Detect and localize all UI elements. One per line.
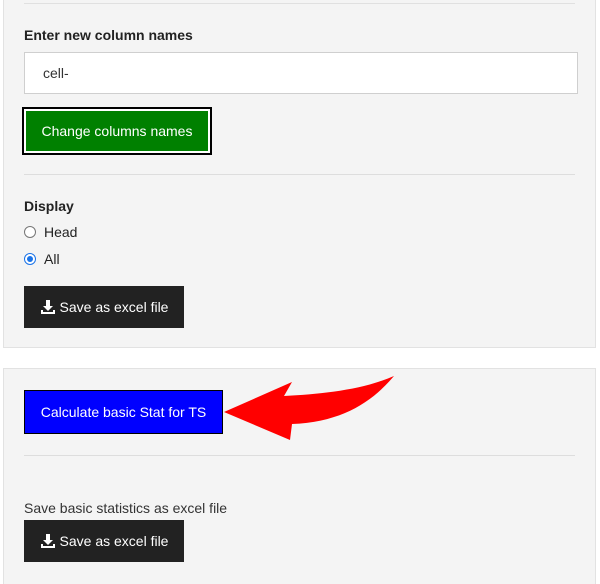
download-icon (40, 300, 55, 314)
save-stats-excel-button[interactable]: Save as excel file (24, 520, 184, 562)
save-excel-button[interactable]: Save as excel file (24, 286, 184, 328)
red-arrow-icon (224, 376, 394, 440)
divider (24, 455, 575, 456)
save-stats-excel-label: Save as excel file (59, 533, 169, 549)
radio-all[interactable]: All (24, 251, 60, 267)
table-options-panel: Enter new column names Change columns na… (3, 0, 596, 348)
column-names-input[interactable] (24, 52, 578, 94)
save-excel-label: Save as excel file (59, 299, 169, 315)
radio-head-label: Head (44, 224, 78, 240)
display-label: Display (24, 198, 74, 214)
save-stats-caption: Save basic statistics as excel file (24, 500, 228, 516)
calculate-stat-button[interactable]: Calculate basic Stat for TS (24, 390, 223, 434)
radio-all-button[interactable] (24, 253, 36, 265)
column-names-label: Enter new column names (24, 27, 193, 43)
radio-head[interactable]: Head (24, 224, 77, 240)
radio-head-button[interactable] (24, 226, 36, 238)
download-icon (40, 534, 55, 548)
divider (24, 174, 575, 175)
divider (24, 3, 575, 4)
radio-all-label: All (44, 251, 60, 267)
change-columns-button[interactable]: Change columns names (22, 107, 212, 155)
